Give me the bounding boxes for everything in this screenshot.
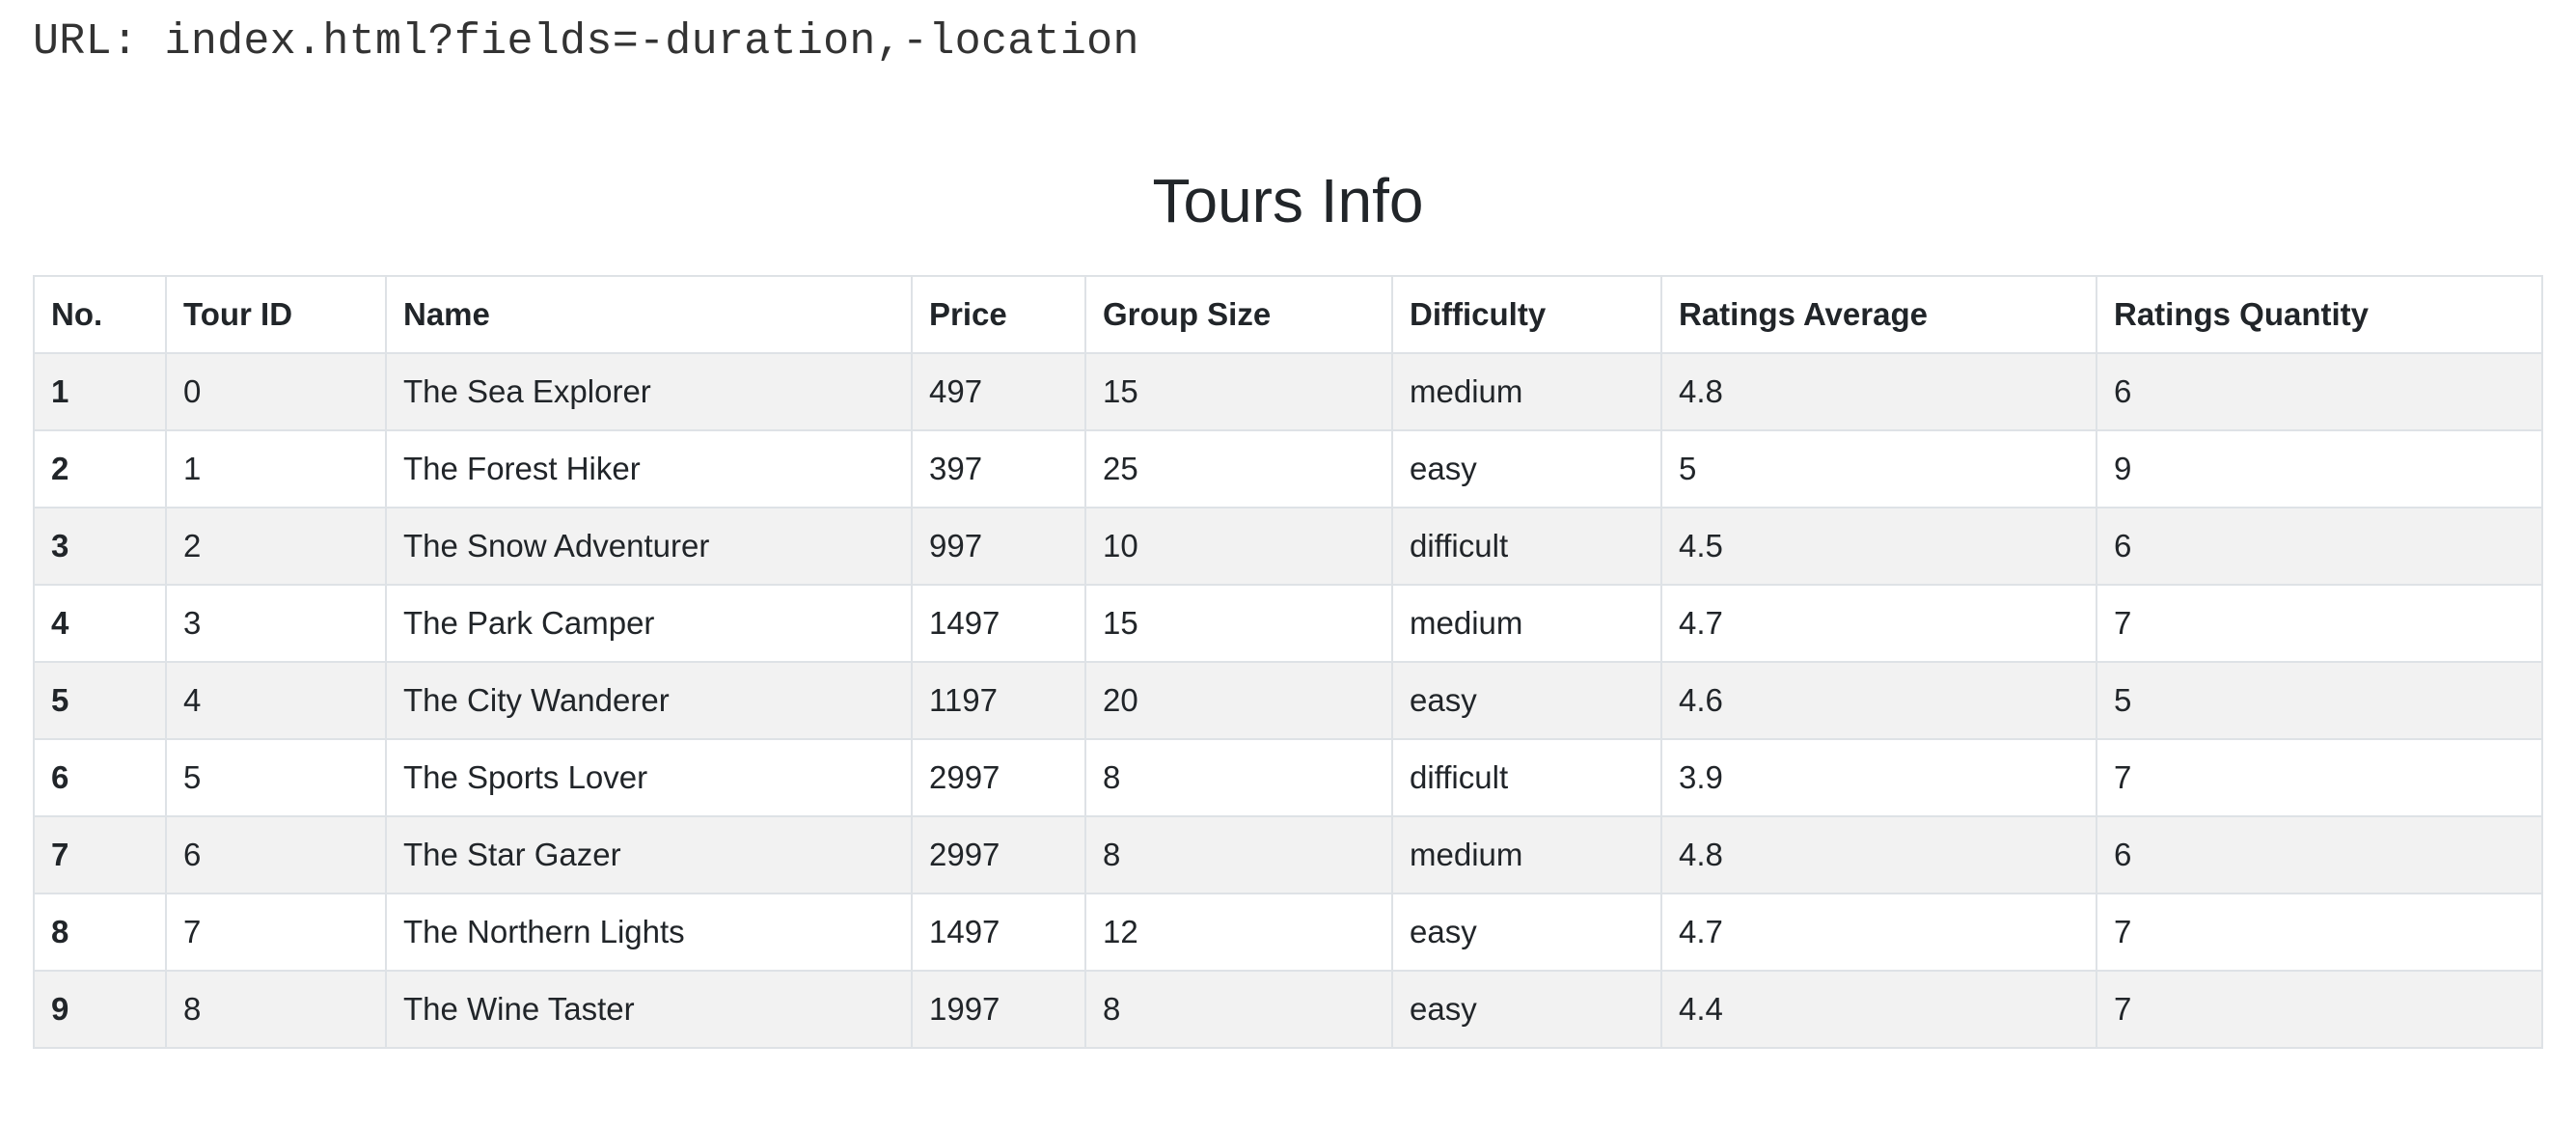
cell-ratings-average: 4.7 — [1660, 584, 2097, 663]
cell-price: 1997 — [911, 970, 1086, 1049]
table-row: 9 8 The Wine Taster 1997 8 easy 4.4 7 — [33, 970, 2543, 1049]
cell-no: 4 — [33, 584, 167, 663]
cell-group-size: 15 — [1084, 352, 1393, 431]
cell-price: 2997 — [911, 738, 1086, 817]
cell-ratings-quantity: 9 — [2096, 429, 2543, 509]
cell-price: 1497 — [911, 893, 1086, 972]
table-row: 8 7 The Northern Lights 1497 12 easy 4.7… — [33, 893, 2543, 972]
cell-name: The Northern Lights — [385, 893, 913, 972]
cell-group-size: 25 — [1084, 429, 1393, 509]
cell-name: The City Wanderer — [385, 661, 913, 740]
cell-price: 497 — [911, 352, 1086, 431]
table-row: 3 2 The Snow Adventurer 997 10 difficult… — [33, 507, 2543, 586]
cell-price: 997 — [911, 507, 1086, 586]
cell-ratings-average: 4.4 — [1660, 970, 2097, 1049]
cell-name: The Sea Explorer — [385, 352, 913, 431]
cell-tour-id: 3 — [165, 584, 387, 663]
cell-ratings-quantity: 7 — [2096, 970, 2543, 1049]
cell-ratings-average: 4.7 — [1660, 893, 2097, 972]
cell-price: 1497 — [911, 584, 1086, 663]
cell-group-size: 8 — [1084, 970, 1393, 1049]
header-no: No. — [33, 275, 167, 354]
header-name: Name — [385, 275, 913, 354]
cell-tour-id: 0 — [165, 352, 387, 431]
header-group-size: Group Size — [1084, 275, 1393, 354]
header-ratings-average: Ratings Average — [1660, 275, 2097, 354]
cell-ratings-average: 4.8 — [1660, 352, 2097, 431]
cell-tour-id: 5 — [165, 738, 387, 817]
cell-tour-id: 7 — [165, 893, 387, 972]
header-difficulty: Difficulty — [1391, 275, 1662, 354]
cell-difficulty: easy — [1391, 429, 1662, 509]
table-row: 6 5 The Sports Lover 2997 8 difficult 3.… — [33, 738, 2543, 817]
cell-difficulty: difficult — [1391, 738, 1662, 817]
cell-ratings-quantity: 6 — [2096, 815, 2543, 894]
cell-difficulty: difficult — [1391, 507, 1662, 586]
cell-tour-id: 6 — [165, 815, 387, 894]
cell-ratings-average: 4.5 — [1660, 507, 2097, 586]
page-title: Tours Info — [1152, 166, 1424, 235]
header-price: Price — [911, 275, 1086, 354]
cell-ratings-quantity: 6 — [2096, 507, 2543, 586]
cell-price: 397 — [911, 429, 1086, 509]
table-row: 5 4 The City Wanderer 1197 20 easy 4.6 5 — [33, 661, 2543, 740]
cell-difficulty: easy — [1391, 893, 1662, 972]
cell-no: 8 — [33, 893, 167, 972]
cell-ratings-quantity: 7 — [2096, 893, 2543, 972]
cell-ratings-quantity: 6 — [2096, 352, 2543, 431]
header-tour-id: Tour ID — [165, 275, 387, 354]
cell-no: 9 — [33, 970, 167, 1049]
table-header-row: No. Tour ID Name Price Group Size Diffic… — [33, 275, 2543, 354]
cell-name: The Snow Adventurer — [385, 507, 913, 586]
table-row: 1 0 The Sea Explorer 497 15 medium 4.8 6 — [33, 352, 2543, 431]
cell-name: The Wine Taster — [385, 970, 913, 1049]
cell-group-size: 20 — [1084, 661, 1393, 740]
cell-ratings-average: 5 — [1660, 429, 2097, 509]
cell-name: The Park Camper — [385, 584, 913, 663]
cell-no: 5 — [33, 661, 167, 740]
cell-no: 7 — [33, 815, 167, 894]
cell-no: 1 — [33, 352, 167, 431]
cell-ratings-average: 3.9 — [1660, 738, 2097, 817]
cell-group-size: 10 — [1084, 507, 1393, 586]
cell-tour-id: 2 — [165, 507, 387, 586]
header-ratings-quantity: Ratings Quantity — [2096, 275, 2543, 354]
cell-name: The Forest Hiker — [385, 429, 913, 509]
tours-table: No. Tour ID Name Price Group Size Diffic… — [33, 275, 2543, 1049]
table-row: 2 1 The Forest Hiker 397 25 easy 5 9 — [33, 429, 2543, 509]
cell-name: The Star Gazer — [385, 815, 913, 894]
table-row: 4 3 The Park Camper 1497 15 medium 4.7 7 — [33, 584, 2543, 663]
cell-group-size: 8 — [1084, 738, 1393, 817]
cell-difficulty: medium — [1391, 815, 1662, 894]
cell-group-size: 15 — [1084, 584, 1393, 663]
table-row: 7 6 The Star Gazer 2997 8 medium 4.8 6 — [33, 815, 2543, 894]
cell-tour-id: 1 — [165, 429, 387, 509]
cell-ratings-average: 4.8 — [1660, 815, 2097, 894]
cell-ratings-quantity: 7 — [2096, 584, 2543, 663]
cell-difficulty: medium — [1391, 352, 1662, 431]
cell-difficulty: medium — [1391, 584, 1662, 663]
cell-ratings-average: 4.6 — [1660, 661, 2097, 740]
cell-name: The Sports Lover — [385, 738, 913, 817]
cell-tour-id: 8 — [165, 970, 387, 1049]
cell-difficulty: easy — [1391, 970, 1662, 1049]
cell-ratings-quantity: 5 — [2096, 661, 2543, 740]
cell-group-size: 8 — [1084, 815, 1393, 894]
cell-price: 2997 — [911, 815, 1086, 894]
cell-ratings-quantity: 7 — [2096, 738, 2543, 817]
cell-tour-id: 4 — [165, 661, 387, 740]
cell-no: 3 — [33, 507, 167, 586]
cell-no: 6 — [33, 738, 167, 817]
cell-price: 1197 — [911, 661, 1086, 740]
cell-no: 2 — [33, 429, 167, 509]
url-display: URL: index.html?fields=-duration,-locati… — [33, 17, 1139, 67]
cell-group-size: 12 — [1084, 893, 1393, 972]
cell-difficulty: easy — [1391, 661, 1662, 740]
